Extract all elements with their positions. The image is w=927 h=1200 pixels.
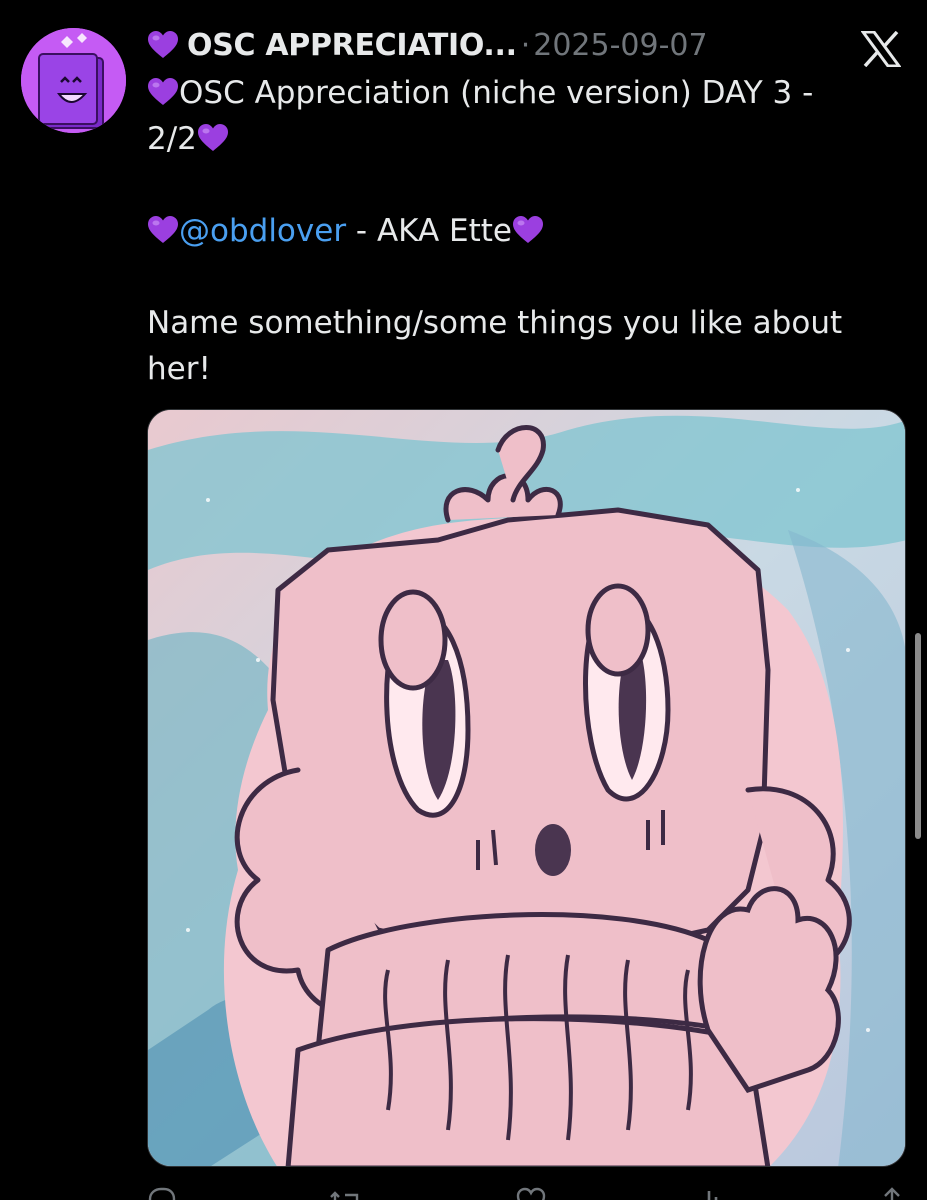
aka-text: - AKA Ette	[346, 213, 512, 249]
mention-link[interactable]: @obdlover	[179, 213, 346, 249]
tweet-header: OSC APPRECIATIO... · 2025-09-07	[147, 24, 708, 66]
tweet-title-part-2: 2/2	[147, 121, 197, 157]
views-icon	[707, 1191, 718, 1200]
tweet-title: OSC Appreciation (niche version) DAY 3 -	[179, 75, 814, 111]
tweet-line-1: OSC Appreciation (niche version) DAY 3 -	[147, 70, 887, 116]
share-button[interactable]	[878, 1186, 906, 1200]
separator-dot: ·	[520, 27, 531, 63]
tweet-media-image[interactable]	[147, 409, 906, 1167]
repost-icon	[330, 1191, 359, 1200]
purple-heart-icon	[147, 30, 179, 60]
x-logo-icon[interactable]	[860, 30, 902, 68]
tweet-body-line-1: Name something/some things you like abou…	[147, 305, 843, 341]
tweet-body-line-2: her!	[147, 351, 211, 387]
profile-avatar[interactable]	[21, 28, 126, 133]
purple-heart-icon	[197, 123, 229, 153]
purple-heart-icon	[147, 215, 179, 245]
like-button[interactable]	[516, 1186, 546, 1200]
reply-icon	[148, 1187, 176, 1200]
purple-heart-icon	[512, 215, 544, 245]
display-name[interactable]: OSC APPRECIATIO...	[187, 28, 517, 63]
tweet-line-2: 2/2	[147, 116, 887, 162]
repost-button[interactable]	[329, 1186, 363, 1200]
purple-heart-icon	[147, 77, 179, 107]
tweet-screenshot: OSC APPRECIATIO... · 2025-09-07 OSC Appr…	[0, 0, 927, 1200]
like-icon	[516, 1187, 545, 1200]
reply-button[interactable]	[147, 1186, 177, 1200]
tweet-line-mention: @obdlover - AKA Ette	[147, 208, 887, 254]
scrollbar[interactable]	[915, 633, 921, 839]
timestamp[interactable]: 2025-09-07	[533, 28, 707, 63]
share-icon	[884, 1187, 900, 1200]
tweet-text: OSC Appreciation (niche version) DAY 3 -…	[147, 70, 887, 392]
views-button[interactable]	[698, 1186, 726, 1200]
action-bar	[147, 1186, 906, 1200]
